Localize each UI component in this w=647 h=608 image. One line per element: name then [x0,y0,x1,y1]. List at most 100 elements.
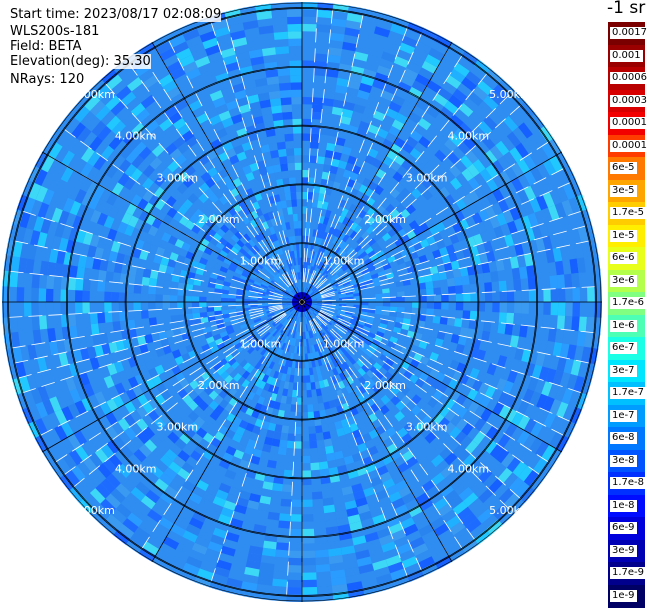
ppi-gate [572,287,581,302]
ppi-gate [250,299,258,302]
ppi-gate [302,126,312,134]
ppi-gate [306,389,312,398]
ppi-gate [75,302,83,314]
ppi-gate [228,298,236,302]
ppi-gate [312,97,324,106]
ppi-gate [38,315,48,330]
ppi-gate [104,291,112,302]
ppi-gate [299,250,302,258]
ppi-gate [277,68,291,77]
ppi-gate [310,126,321,135]
colorbar-tick-label: 3e-9 [610,544,637,557]
ppi-gate [82,290,90,302]
ppi-gate [163,280,172,289]
ppi-gate [199,302,207,308]
ppi-gate [313,68,327,77]
ppi-gate [269,98,282,107]
ppi-gate [302,499,313,508]
ppi-gate [441,294,449,302]
ppi-gate [104,312,113,323]
ppi-gate [289,184,297,193]
ppi-gate [133,284,142,294]
ppi-gate [309,440,318,449]
ppi-gate [317,446,327,456]
ppi-gate [89,312,98,325]
ppi-gate [290,514,302,522]
ppi-gate [311,111,322,120]
ppi-gate [140,302,149,311]
ppi-gate [302,9,318,17]
ppi-gate [585,316,595,333]
range-ring-label: 5.00km [73,88,115,101]
ppi-gate [277,527,291,536]
ppi-gate [550,302,559,316]
ppi-gate [446,277,456,287]
ppi-gate [97,280,106,292]
ppi-gate [191,302,200,308]
ppi-gate [275,46,289,55]
range-ring-label: 4.00km [115,462,157,475]
colorbar-tick-label: 3e-8 [610,454,637,467]
ppi-gate [484,282,493,293]
colorbar-tick-label: 1.7e-7 [610,387,647,400]
ppi-gate [273,31,289,40]
ppi-gate [322,431,331,440]
ppi-gate [375,297,383,302]
ppi-gate [45,302,54,316]
ppi-gate [578,316,587,332]
ppi-gate [279,89,292,98]
ppi-gate [9,316,19,333]
ppi-gate [267,511,280,521]
ppi-gate [288,557,302,566]
range-ring-label: 1.00km [323,254,365,267]
range-ring-label: 4.00km [448,130,490,143]
ppi-gate [564,273,573,289]
range-ring-label: 2.00km [364,379,406,392]
ppi-gate [556,315,566,330]
ppi-gate [192,307,200,314]
ppi-gate [397,291,405,297]
ppi-gate [521,302,529,314]
range-ring-label: 2.00km [198,213,240,226]
ppi-gate [455,293,464,302]
ppi-gate [292,389,298,398]
ppi-gate [302,528,315,537]
ppi-gate [316,24,332,33]
ppi-gate [513,279,522,291]
ppi-gate [282,111,293,120]
ppi-gate [45,288,54,302]
ppi-gate [277,148,287,158]
range-ring-label: 5.00km [489,504,531,517]
ppi-gate [272,578,288,587]
ppi-gate [513,313,522,325]
ppi-gate [272,571,288,580]
elevation-label: Elevation(deg): 35.30 [10,54,151,69]
ppi-gate [296,191,302,200]
ppi-gate [305,375,311,383]
colorbar-tick-label: 6e-5 [610,162,637,175]
colorbar-tick-label: 1e-5 [610,229,637,242]
colorbar-tick-label: 3e-6 [610,274,637,287]
ppi-gate [271,9,288,19]
ppi-gate [302,23,317,32]
ppi-gate [382,302,391,307]
ppi-gate [315,564,331,573]
ppi-gate [221,293,229,299]
range-ring-label: 2.00km [364,213,406,226]
ppi-gate [315,425,323,434]
ppi-gate [287,433,296,442]
ppi-gate [235,298,243,302]
ppi-gate [68,277,77,291]
ppi-gate [397,307,405,313]
ppi-gate [302,191,308,200]
ppi-gate [104,302,112,313]
ppi-gate [206,306,215,312]
ppi-gate [550,288,559,302]
ppi-gate [390,297,398,302]
ppi-gate [282,484,293,493]
ppi-gate [490,271,499,283]
ppi-gate [170,288,178,296]
ppi-gate [68,313,77,327]
ppi-gate [323,438,333,447]
nrays-label: NRays: 120 [10,72,85,87]
